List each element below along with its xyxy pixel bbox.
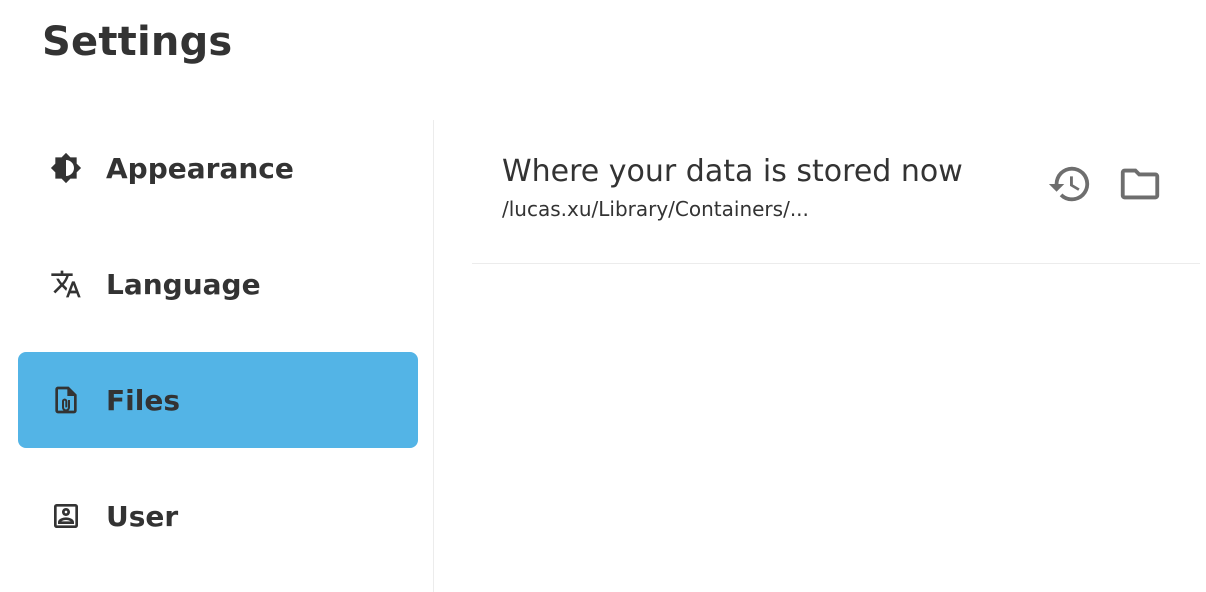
sidebar-item-files[interactable]: Files [18, 352, 418, 448]
files-settings-panel: Where your data is stored now /lucas.xu/… [472, 120, 1200, 264]
sidebar-item-label: Files [106, 383, 180, 417]
folder-icon [1117, 161, 1163, 207]
sidebar-item-label: Language [106, 267, 261, 301]
sidebar-item-label: User [106, 499, 179, 533]
sidebar-item-appearance[interactable]: Appearance [18, 120, 418, 216]
settings-page: Settings Appearance Language Files User [0, 0, 1206, 592]
translate-icon [48, 266, 84, 302]
sidebar-divider [433, 120, 434, 592]
history-icon [1047, 161, 1093, 207]
storage-path: /lucas.xu/Library/Containers/... [502, 197, 809, 221]
sidebar-item-language[interactable]: Language [18, 236, 418, 332]
sidebar-item-label: Appearance [106, 151, 294, 185]
open-folder-button[interactable] [1116, 160, 1164, 208]
storage-location-row: Where your data is stored now /lucas.xu/… [472, 120, 1200, 264]
file-attachment-icon [48, 382, 84, 418]
brightness-icon [48, 150, 84, 186]
storage-title: Where your data is stored now [502, 154, 963, 189]
page-title: Settings [42, 19, 233, 65]
settings-sidebar: Appearance Language Files User [18, 120, 418, 592]
sidebar-item-user[interactable]: User [18, 468, 418, 564]
account-box-icon [48, 498, 84, 534]
restore-default-location-button[interactable] [1046, 160, 1094, 208]
